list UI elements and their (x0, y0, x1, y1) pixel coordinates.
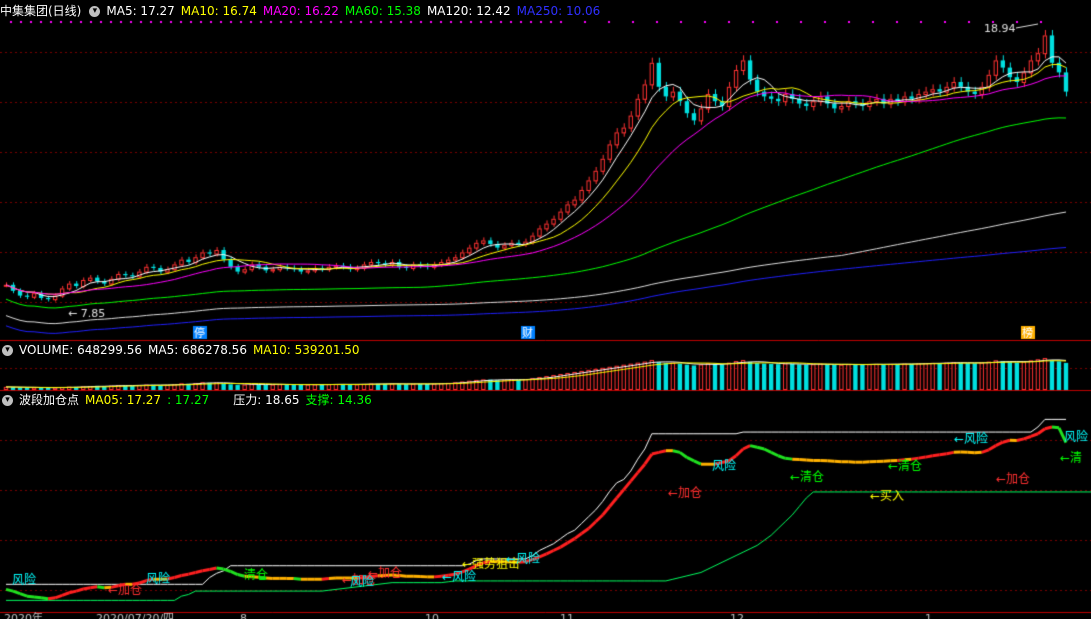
volume-label: VOLUME: 648299.56 (19, 343, 142, 357)
vol-ma10-label: MA10: 539201.50 (252, 343, 360, 357)
indicator-panel-header: ▾ 波段加仓点 MA05: 17.27 : 17.27 压力: 18.65 支撑: 14.… (0, 391, 378, 409)
support-label: 支撑: 14.36 (305, 393, 372, 407)
ma60-label: MA60: 15.38 (344, 4, 421, 18)
ind-value-label: : 17.27 (167, 393, 210, 407)
volume-panel-header: ▾ VOLUME: 648299.56 MA5: 686278.56 MA10: 53… (0, 341, 366, 359)
ma10-label: MA10: 16.74 (180, 4, 257, 18)
ma20-label: MA20: 16.22 (262, 4, 339, 18)
ma120-label: MA120: 12.42 (426, 4, 511, 18)
vol-ma5-label: MA5: 686278.56 (148, 343, 247, 357)
main-panel-header: 中集集团(日线) ▾ MA5: 17.27 MA10: 16.74 MA20: 16.2… (0, 2, 606, 20)
chart-canvas[interactable] (0, 0, 1091, 619)
pressure-label: 压力: 18.65 (233, 393, 300, 407)
indicator-title: 波段加仓点 (19, 393, 80, 407)
ma250-label: MA250: 10.06 (516, 4, 601, 18)
dropdown-icon[interactable]: ▾ (89, 6, 101, 17)
dropdown-icon[interactable]: ▾ (2, 395, 13, 406)
dropdown-icon[interactable]: ▾ (2, 345, 13, 356)
ind-ma05-label: MA05: 17.27 (85, 393, 162, 407)
stock-title: 中集集团(日线) (0, 4, 82, 18)
ma5-label: MA5: 17.27 (106, 4, 175, 18)
